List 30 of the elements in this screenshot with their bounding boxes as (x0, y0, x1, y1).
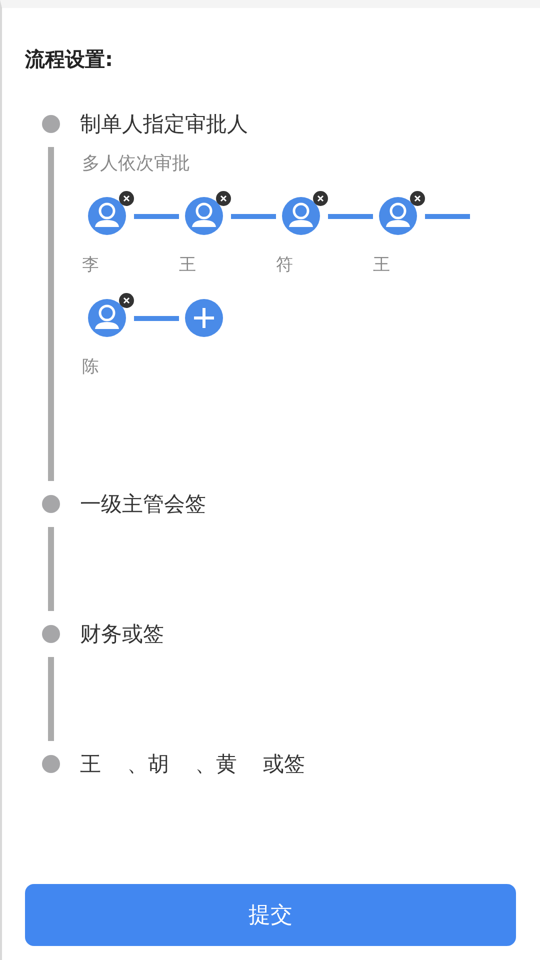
remove-icon[interactable] (119, 293, 134, 308)
step-dot (42, 115, 60, 133)
approval-mode: 多人依次审批 (82, 152, 191, 175)
step-title: 财务或签 (80, 621, 164, 648)
step-dot (42, 625, 60, 643)
step-dot (42, 755, 60, 773)
add-icon[interactable] (185, 299, 223, 337)
approver-name: 王 (373, 254, 391, 277)
approver-name: 李 (82, 254, 100, 277)
avatar-icon (282, 197, 320, 235)
remove-icon[interactable] (216, 191, 231, 206)
step-title: 王 (80, 751, 101, 778)
remove-icon[interactable] (313, 191, 328, 206)
avatar-icon (88, 197, 126, 235)
approver-name: 符 (276, 254, 294, 277)
step-title: 、黄 (195, 751, 237, 778)
approver-name: 王 (179, 254, 197, 277)
section-title: 流程设置: (25, 46, 114, 73)
remove-icon[interactable] (410, 191, 425, 206)
submit-button[interactable]: 提交 (25, 884, 516, 946)
remove-icon[interactable] (119, 191, 134, 206)
avatar-icon (88, 299, 126, 337)
avatar-icon (185, 197, 223, 235)
step-title: 一级主管会签 (80, 491, 206, 518)
step-title: 、胡 (127, 751, 169, 778)
avatar-icon (379, 197, 417, 235)
step-title: 制单人指定审批人 (80, 111, 248, 138)
approver-name: 陈 (82, 356, 100, 379)
step-title: 或签 (263, 751, 305, 778)
step-dot (42, 495, 60, 513)
